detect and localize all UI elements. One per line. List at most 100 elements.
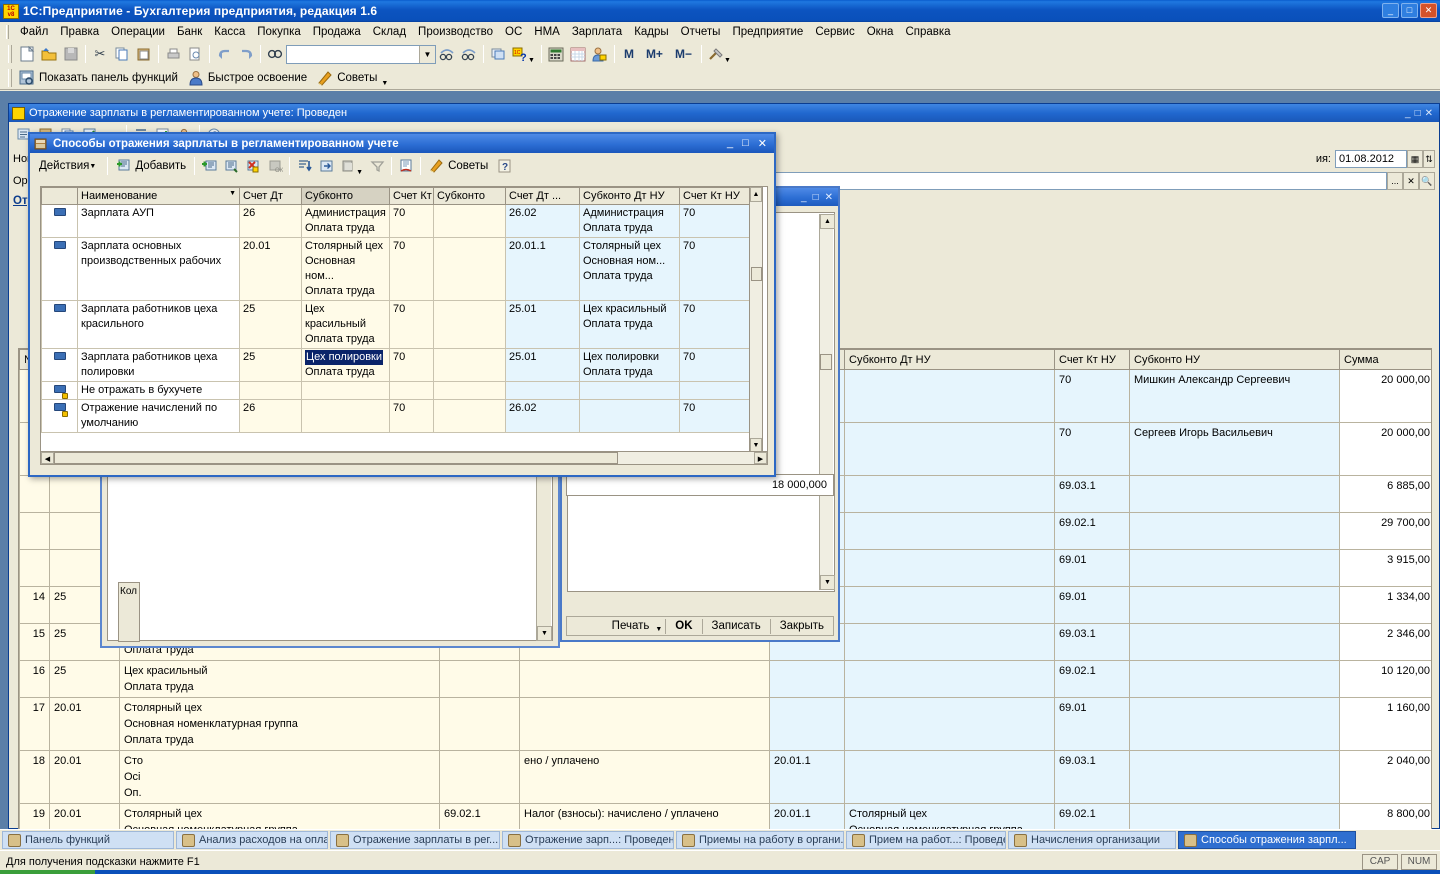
row-acc-kt-nu-cell[interactable]: 70 [679, 399, 754, 433]
row-sub-dt-cell[interactable] [301, 399, 390, 433]
date-input[interactable]: 01.08.2012 [1335, 150, 1407, 168]
col-acc-kt-nu[interactable]: Счет Кт НУ [1054, 349, 1130, 370]
menu-item-nma[interactable]: НМА [528, 24, 566, 40]
modal-scroll-right-icon[interactable]: ▶ [754, 452, 767, 464]
row-sub-dt-nu-cell[interactable] [844, 512, 1055, 550]
row-sub-kt-cell[interactable] [433, 381, 506, 400]
row-sub-dt-nu-cell[interactable]: Администрация Оплата труда [579, 204, 680, 238]
modal-scroll-thumb[interactable] [751, 267, 762, 281]
find-icon[interactable] [264, 44, 286, 65]
sort-icon[interactable] [293, 155, 315, 176]
row-acc-dt-nu-cell[interactable]: 20.01.1 [769, 750, 845, 804]
inner-blank-body[interactable]: ▼ [107, 465, 553, 641]
modal-col-acc-dt-nu[interactable]: Счет Дт ... [505, 187, 580, 205]
row-sub-nu-cell[interactable] [1129, 750, 1340, 804]
row-acc-dt-nu-cell[interactable] [769, 660, 845, 698]
modal-col-sub-dt[interactable]: Субконто [301, 187, 390, 205]
row-acc-dt-cell[interactable]: 20.01 [239, 237, 302, 301]
row-sub-dt-nu-cell[interactable] [844, 422, 1055, 476]
row-name-cell[interactable]: Зарплата АУП [77, 204, 240, 238]
paste-icon[interactable] [133, 44, 155, 65]
row-sub-dt-nu-cell[interactable] [844, 586, 1055, 624]
modal-scroll-up-icon[interactable]: ▲ [750, 187, 762, 202]
menu-item-os[interactable]: ОС [499, 24, 528, 40]
row-sub-dt-nu-cell[interactable] [844, 623, 1055, 661]
row-acc-kt-cell[interactable]: 70 [389, 204, 434, 238]
menu-item-enterprise[interactable]: Предприятие [726, 24, 809, 40]
row-sum-cell[interactable]: 2 040,00 [1339, 750, 1431, 804]
taskbar-item[interactable]: Отражение зарплаты в рег... [330, 831, 500, 849]
row-acc-kt-cell[interactable]: 70 [389, 348, 434, 382]
modal-table-row[interactable]: Не отражать в бухучете [41, 381, 754, 400]
delete-mark-icon[interactable] [242, 155, 264, 176]
row-sub-dt-nu-cell[interactable] [579, 399, 680, 433]
row-sub-kt-cell[interactable]: ено / уплачено [519, 750, 770, 804]
row-sub-kt-cell[interactable] [433, 204, 506, 238]
row-acc-dt-cell[interactable] [239, 381, 302, 400]
row-sub-dt-nu-cell[interactable] [844, 697, 1055, 751]
taskbar-item[interactable]: Отражение зарп...: Проведен [502, 831, 674, 849]
modal-help-icon[interactable]: ? [493, 155, 515, 176]
modal-col-sub-kt[interactable]: Субконто [433, 187, 506, 205]
row-acc-dt-nu-cell[interactable] [769, 697, 845, 751]
modal-table-row[interactable]: Отражение начислений по умолчанию 26 70 26.… [41, 399, 754, 433]
row-sub-nu-cell[interactable] [1129, 660, 1340, 698]
menu-item-reports[interactable]: Отчеты [675, 24, 727, 40]
row-sum-cell[interactable]: 20 000,00 [1339, 369, 1431, 423]
undo-icon[interactable] [213, 44, 235, 65]
close-button[interactable]: ✕ [1420, 3, 1437, 18]
print-caret-icon[interactable]: ▼ [655, 626, 662, 635]
row-sub-nu-cell[interactable] [1129, 586, 1340, 624]
accruals-scroll-up-icon[interactable]: ▲ [820, 214, 835, 229]
row-acc-kt-nu-cell[interactable]: 70 [1054, 369, 1130, 423]
row-acc-kt-nu-cell[interactable]: 70 [679, 300, 754, 349]
modal-col-acc-dt[interactable]: Счет Дт [239, 187, 302, 205]
row-sub-dt-cell[interactable]: Столярный цех Основная ном... Оплата труда [301, 237, 390, 301]
row-acc-dt-cell[interactable]: 25 [239, 300, 302, 349]
modal-col-acc-kt-nu[interactable]: Счет Кт НУ [679, 187, 754, 205]
row-sub-dt-nu-cell[interactable] [844, 660, 1055, 698]
menu-item-production[interactable]: Производство [412, 24, 499, 40]
row-sub-nu-cell[interactable]: Мишкин Александр Сергеевич [1129, 369, 1340, 423]
row-acc-kt-nu-cell[interactable]: 69.03.1 [1054, 623, 1130, 661]
inner-blank-scrollbar[interactable]: ▼ [536, 467, 552, 641]
row-sum-cell[interactable]: 10 120,00 [1339, 660, 1431, 698]
maximize-button[interactable]: □ [1401, 3, 1418, 18]
row-sub-dt-cell[interactable]: Администрация Оплата труда [301, 204, 390, 238]
group-caret-icon[interactable]: ▼ [356, 169, 363, 178]
row-sub-kt-cell[interactable] [519, 697, 770, 751]
menu-item-service[interactable]: Сервис [809, 24, 860, 40]
doc-close-button[interactable]: ✕ [1425, 108, 1433, 119]
row-sub-kt-cell[interactable] [433, 348, 506, 382]
row-acc-dt-nu-cell[interactable]: 25.01 [505, 300, 580, 349]
row-sub-dt-cell[interactable]: Цех красильный Оплата труда [301, 300, 390, 349]
modal-table[interactable]: Наименование ▼ Счет Дт Субконто Счет Кт … [40, 186, 768, 454]
modal-close-button[interactable]: ✕ [758, 137, 767, 150]
modal-actions-button[interactable]: Действия ▼ [34, 158, 104, 174]
row-acc-dt-nu-cell[interactable] [505, 381, 580, 400]
quantity-value-cell[interactable]: 18 000,000 [566, 474, 834, 496]
menu-item-windows[interactable]: Окна [861, 24, 900, 40]
quick-start-button[interactable]: Быстрое освоение [185, 68, 314, 88]
row-acc-kt-cell[interactable] [439, 697, 520, 751]
row-sub-dt-cell[interactable]: Столярный цехОсновная номенклатурная гру… [119, 697, 440, 751]
row-acc-dt-cell[interactable]: 25 [49, 660, 120, 698]
taskbar-item[interactable]: Прием на работ...: Проведен [846, 831, 1006, 849]
row-name-cell[interactable]: Зарплата работников цеха красильного [77, 300, 240, 349]
chevron-down-icon[interactable]: ▼ [419, 45, 435, 63]
accruals-close-button[interactable]: ✕ [825, 192, 833, 203]
row-sub-dt-nu-cell[interactable] [844, 549, 1055, 587]
row-acc-dt-nu-cell[interactable]: 26.02 [505, 204, 580, 238]
row-sub-dt-nu-cell[interactable] [844, 369, 1055, 423]
row-acc-dt-cell[interactable]: 26 [239, 399, 302, 433]
accruals-write-button[interactable]: Записать [703, 617, 770, 635]
modal-col-name[interactable]: Наименование ▼ [77, 187, 240, 205]
row-sub-kt-cell[interactable] [519, 660, 770, 698]
find-next-icon[interactable] [436, 44, 458, 65]
accruals-scroll-thumb[interactable] [820, 354, 832, 370]
row-sub-dt-cell[interactable]: Сто Осі Оп. [119, 750, 440, 804]
row-sub-dt-cell[interactable] [301, 381, 390, 400]
menu-item-sale[interactable]: Продажа [307, 24, 367, 40]
menu-item-file[interactable]: Файл [14, 24, 54, 40]
row-sum-cell[interactable]: 2 346,00 [1339, 623, 1431, 661]
